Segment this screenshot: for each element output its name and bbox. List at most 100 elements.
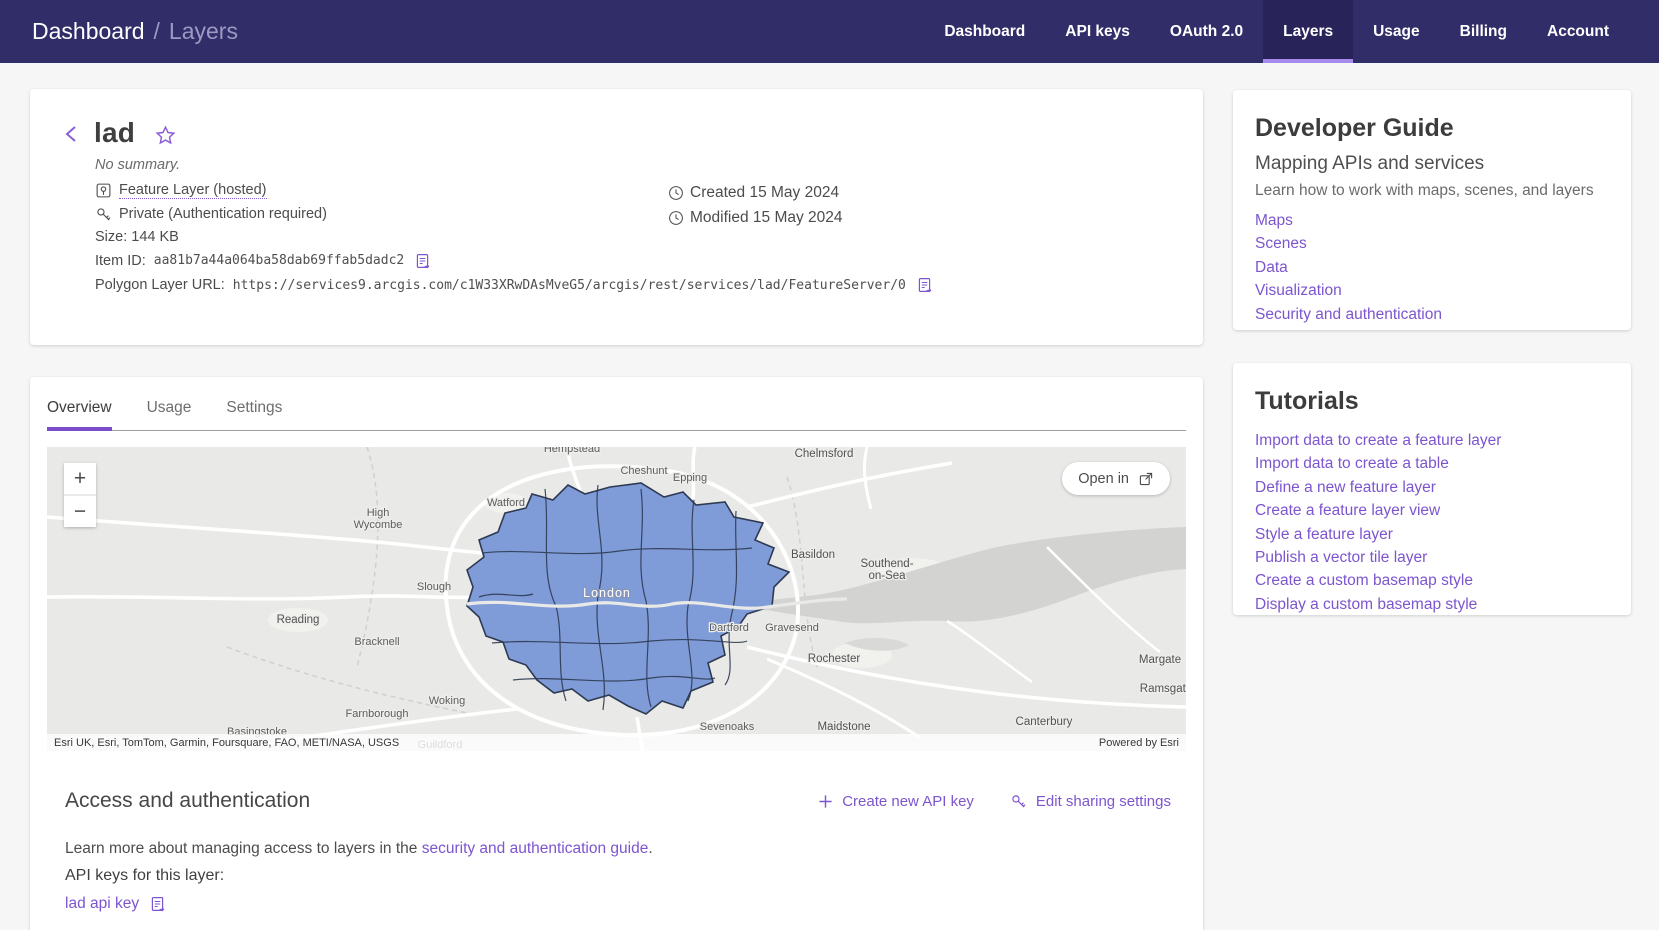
svg-text:Reading: Reading	[277, 614, 320, 626]
item-id-row: Item ID: aa81b7a44a064ba58dab69ffab5dadc…	[95, 252, 1171, 270]
tab-overview[interactable]: Overview	[47, 399, 112, 431]
svg-text:Woking: Woking	[429, 695, 465, 707]
layer-summary-card: lad No summary. Feature Layer (hosted) P…	[30, 89, 1203, 345]
map-zoom-control: + −	[64, 463, 96, 527]
tutorial-create-layer-view[interactable]: Create a feature layer view	[1255, 502, 1440, 519]
svg-text:Rochester: Rochester	[808, 653, 861, 665]
svg-text:Canterbury: Canterbury	[1016, 716, 1073, 728]
security-guide-link[interactable]: security and authentication guide	[422, 840, 649, 857]
edit-sharing-button[interactable]: Edit sharing settings	[1010, 793, 1171, 810]
layer-access-row: Private (Authentication required)	[95, 206, 1171, 223]
lad-api-key-link[interactable]: lad api key	[65, 895, 139, 913]
layer-url-value: https://services9.arcgis.com/c1W33XRwDAs…	[233, 278, 906, 293]
open-in-label: Open in	[1078, 471, 1129, 487]
layer-type-row: Feature Layer (hosted)	[95, 182, 1171, 199]
svg-text:Sevenoaks: Sevenoaks	[700, 721, 755, 733]
tutorial-link: Create a custom basemap style	[1255, 569, 1609, 592]
key-icon	[1010, 793, 1027, 810]
svg-text:Dartford: Dartford	[709, 622, 749, 634]
created-row: Created 15 May 2024	[668, 184, 843, 202]
guide-link-security-anchor[interactable]: Security and authentication	[1255, 306, 1442, 323]
copy-api-key-icon[interactable]	[149, 895, 166, 913]
tutorial-link: Import data to create a feature layer	[1255, 429, 1609, 452]
layer-size-label: Size: 144 KB	[95, 229, 179, 245]
key-icon	[95, 206, 112, 223]
nav-item-billing[interactable]: Billing	[1440, 0, 1527, 63]
svg-text:Maidstone: Maidstone	[817, 721, 870, 733]
svg-text:Watford: Watford	[487, 497, 525, 509]
svg-text:on-Sea: on-Sea	[868, 570, 906, 582]
top-navbar: Dashboard / Layers Dashboard API keys OA…	[0, 0, 1659, 63]
zoom-in-button[interactable]: +	[64, 463, 96, 494]
svg-text:Ramsgate: Ramsgate	[1140, 683, 1186, 695]
nav-item-dashboard[interactable]: Dashboard	[924, 0, 1045, 63]
tutorials-links: Import data to create a feature layer Im…	[1255, 429, 1609, 616]
nav-item-usage[interactable]: Usage	[1353, 0, 1440, 63]
basemap-svg: Hempstead Chelmsford Cheshunt Epping Wat…	[47, 447, 1186, 751]
modified-row: Modified 15 May 2024	[668, 209, 843, 227]
tutorial-create-basemap-style[interactable]: Create a custom basemap style	[1255, 572, 1473, 589]
svg-text:Cheshunt: Cheshunt	[620, 465, 667, 477]
svg-text:Wycombe: Wycombe	[354, 519, 403, 531]
nav-item-layers[interactable]: Layers	[1263, 0, 1353, 63]
zoom-out-button[interactable]: −	[64, 496, 96, 527]
tutorial-link: Publish a vector tile layer	[1255, 546, 1609, 569]
layer-summary: No summary.	[95, 157, 1171, 173]
layer-type-label[interactable]: Feature Layer (hosted)	[119, 182, 267, 199]
nav-item-account[interactable]: Account	[1527, 0, 1629, 63]
tutorial-publish-vector-tile[interactable]: Publish a vector tile layer	[1255, 549, 1427, 566]
svg-text:Bracknell: Bracknell	[354, 636, 399, 648]
breadcrumb-dashboard[interactable]: Dashboard	[32, 18, 145, 45]
back-chevron-icon[interactable]	[62, 124, 80, 144]
nav-item-api-keys[interactable]: API keys	[1045, 0, 1150, 63]
developer-guide-subtitle: Mapping APIs and services	[1255, 153, 1609, 175]
tab-usage[interactable]: Usage	[147, 399, 192, 431]
tutorial-link: Import data to create a table	[1255, 452, 1609, 475]
tutorial-style-feature-layer[interactable]: Style a feature layer	[1255, 526, 1393, 543]
copy-url-icon[interactable]	[916, 276, 933, 294]
guide-link-visualization-anchor[interactable]: Visualization	[1255, 282, 1342, 299]
access-description-text: Learn more about managing access to laye…	[65, 840, 422, 857]
svg-text:London: London	[583, 586, 631, 600]
guide-link-data-anchor[interactable]: Data	[1255, 259, 1288, 276]
item-id-value: aa81b7a44a064ba58dab69ffab5dadc2	[154, 253, 404, 268]
guide-link-security: Security and authentication	[1255, 303, 1609, 326]
nav-items: Dashboard API keys OAuth 2.0 Layers Usag…	[924, 0, 1659, 63]
feature-layer-icon	[95, 182, 112, 199]
tutorial-link: Define a new feature layer	[1255, 476, 1609, 499]
create-api-key-button[interactable]: Create new API key	[818, 793, 974, 810]
powered-by-esri: Powered by Esri	[1099, 737, 1179, 749]
guide-link-maps-anchor[interactable]: Maps	[1255, 212, 1293, 229]
access-heading: Access and authentication	[65, 789, 818, 813]
tutorial-import-table[interactable]: Import data to create a table	[1255, 455, 1449, 472]
attribution-sources: Esri UK, Esri, TomTom, Garmin, Foursquar…	[54, 737, 399, 749]
breadcrumb-separator: /	[154, 18, 160, 45]
tutorial-link: Display a custom basemap style	[1255, 593, 1609, 616]
access-section: Access and authentication Create new API…	[30, 751, 1203, 913]
open-in-button[interactable]: Open in	[1062, 462, 1170, 495]
svg-text:Basildon: Basildon	[791, 549, 835, 561]
copy-item-id-icon[interactable]	[414, 252, 431, 270]
star-icon[interactable]	[155, 125, 176, 146]
svg-text:Hempstead: Hempstead	[544, 447, 600, 455]
tab-settings[interactable]: Settings	[226, 399, 282, 431]
tutorial-link: Create a feature layer view	[1255, 499, 1609, 522]
edit-sharing-label: Edit sharing settings	[1036, 793, 1171, 810]
tutorial-link: Style a feature layer	[1255, 523, 1609, 546]
nav-item-layers-label: Layers	[1283, 23, 1333, 41]
layer-access-label: Private (Authentication required)	[119, 206, 327, 222]
modified-label: Modified 15 May 2024	[690, 209, 843, 227]
breadcrumb: Dashboard / Layers	[0, 0, 924, 63]
tutorial-import-feature-layer[interactable]: Import data to create a feature layer	[1255, 432, 1501, 449]
tutorial-define-feature-layer[interactable]: Define a new feature layer	[1255, 479, 1436, 496]
guide-link-scenes-anchor[interactable]: Scenes	[1255, 235, 1307, 252]
nav-item-oauth[interactable]: OAuth 2.0	[1150, 0, 1263, 63]
access-description: Learn more about managing access to laye…	[65, 840, 1171, 858]
svg-text:Slough: Slough	[417, 581, 451, 593]
api-key-row: lad api key	[65, 895, 1171, 913]
svg-text:Southend-: Southend-	[860, 558, 913, 570]
item-id-label: Item ID:	[95, 253, 146, 269]
layer-preview-map[interactable]: Hempstead Chelmsford Cheshunt Epping Wat…	[47, 447, 1186, 751]
tutorial-display-basemap-style[interactable]: Display a custom basemap style	[1255, 596, 1477, 613]
layer-size-row: Size: 144 KB	[95, 229, 1171, 245]
